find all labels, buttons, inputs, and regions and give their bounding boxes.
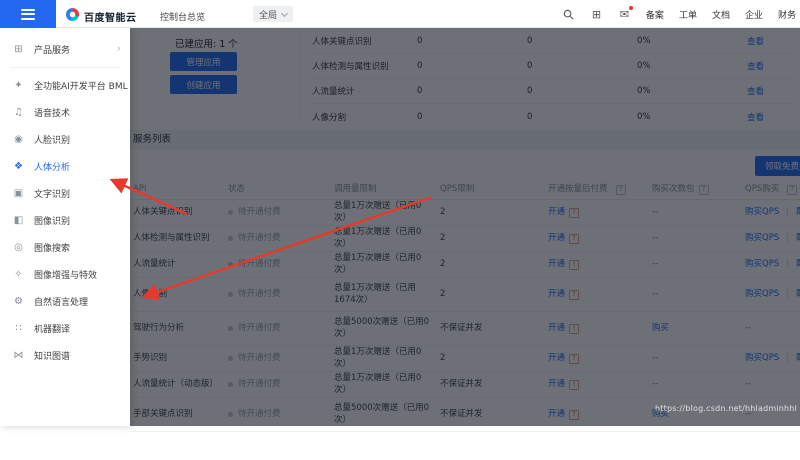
sidebar-divider xyxy=(10,67,120,68)
sidebar-item-ocr[interactable]: ▣ 文字识别 xyxy=(0,180,130,207)
sidebar-item-image-recognition[interactable]: ◧ 图像识别 xyxy=(0,207,130,234)
image-search-icon: ◎ xyxy=(14,242,23,253)
menu-item-wendang[interactable]: 文档 xyxy=(712,8,730,21)
baidu-ai-console-page: { "colors":{"accent":"#2468f2","warning"… xyxy=(0,0,800,460)
top-navigation-bar: 百度智能云 控制台总览 全局 ⊞ ✉ 备案 工单 文档 企业 财务 xyxy=(0,0,800,28)
ocr-icon: ▣ xyxy=(13,188,24,199)
search-icon[interactable] xyxy=(562,8,575,21)
menu-item-caiwu[interactable]: 财务 xyxy=(778,8,796,21)
sidebar-item-image-search[interactable]: ◎ 图像搜索 xyxy=(0,234,130,261)
sidebar-item-bml[interactable]: ✦ 全功能AI开发平台 BML xyxy=(0,72,130,99)
watermark-url: https://blog.csdn.net/hhladminhhl xyxy=(655,404,797,413)
image-recognition-icon: ◧ xyxy=(13,215,24,226)
sidebar-item-body-analysis[interactable]: ❖ 人体分析 xyxy=(0,153,130,180)
menu-item-gongdan[interactable]: 工单 xyxy=(679,8,697,21)
notification-badge xyxy=(628,5,633,10)
face-recognition-icon: ◉ xyxy=(14,134,23,145)
products-grid-icon: ⊞ xyxy=(14,44,23,55)
region-selector[interactable]: 全局 xyxy=(253,6,294,22)
knowledge-graph-icon: ⋈ xyxy=(13,350,24,361)
apps-grid-icon[interactable]: ⊞ xyxy=(590,8,603,21)
menu-item-beian[interactable]: 备案 xyxy=(646,8,664,21)
image-enhance-icon: ✧ xyxy=(14,269,23,280)
sidebar-item-translation[interactable]: ∷ 机器翻译 xyxy=(0,315,130,342)
baidu-cloud-logo-icon xyxy=(66,7,79,21)
sidebar-navigation: ⊞ 产品服务 › ✦ 全功能AI开发平台 BML ♫ 语音技术 ◉ 人脸识别 ❖… xyxy=(0,28,130,426)
bml-platform-icon: ✦ xyxy=(14,80,23,91)
sidebar-item-speech[interactable]: ♫ 语音技术 xyxy=(0,99,130,126)
sidebar-item-face[interactable]: ◉ 人脸识别 xyxy=(0,126,130,153)
speech-tech-icon: ♫ xyxy=(14,107,23,118)
sidebar-item-knowledge-graph[interactable]: ⋈ 知识图谱 xyxy=(0,342,130,369)
content-dim-overlay[interactable] xyxy=(130,28,800,426)
chevron-down-icon xyxy=(280,9,289,17)
submenu-caret-icon: › xyxy=(117,43,121,55)
region-selector-value: 全局 xyxy=(259,10,278,21)
hamburger-menu-icon[interactable] xyxy=(0,0,56,28)
breadcrumb[interactable]: 控制台总览 xyxy=(160,10,205,23)
nlp-icon: ⚙ xyxy=(14,296,23,307)
machine-translation-icon: ∷ xyxy=(15,323,22,334)
sidebar-item-nlp[interactable]: ⚙ 自然语言处理 xyxy=(0,288,130,315)
sidebar-item-image-enhance[interactable]: ✧ 图像增强与特效 xyxy=(0,261,130,288)
sidebar-item-products[interactable]: ⊞ 产品服务 › xyxy=(0,36,130,63)
menu-item-qiye[interactable]: 企业 xyxy=(745,8,763,21)
message-icon[interactable]: ✉ xyxy=(618,5,633,21)
body-analysis-icon: ❖ xyxy=(14,161,23,172)
brand-name: 百度智能云 xyxy=(84,13,137,24)
